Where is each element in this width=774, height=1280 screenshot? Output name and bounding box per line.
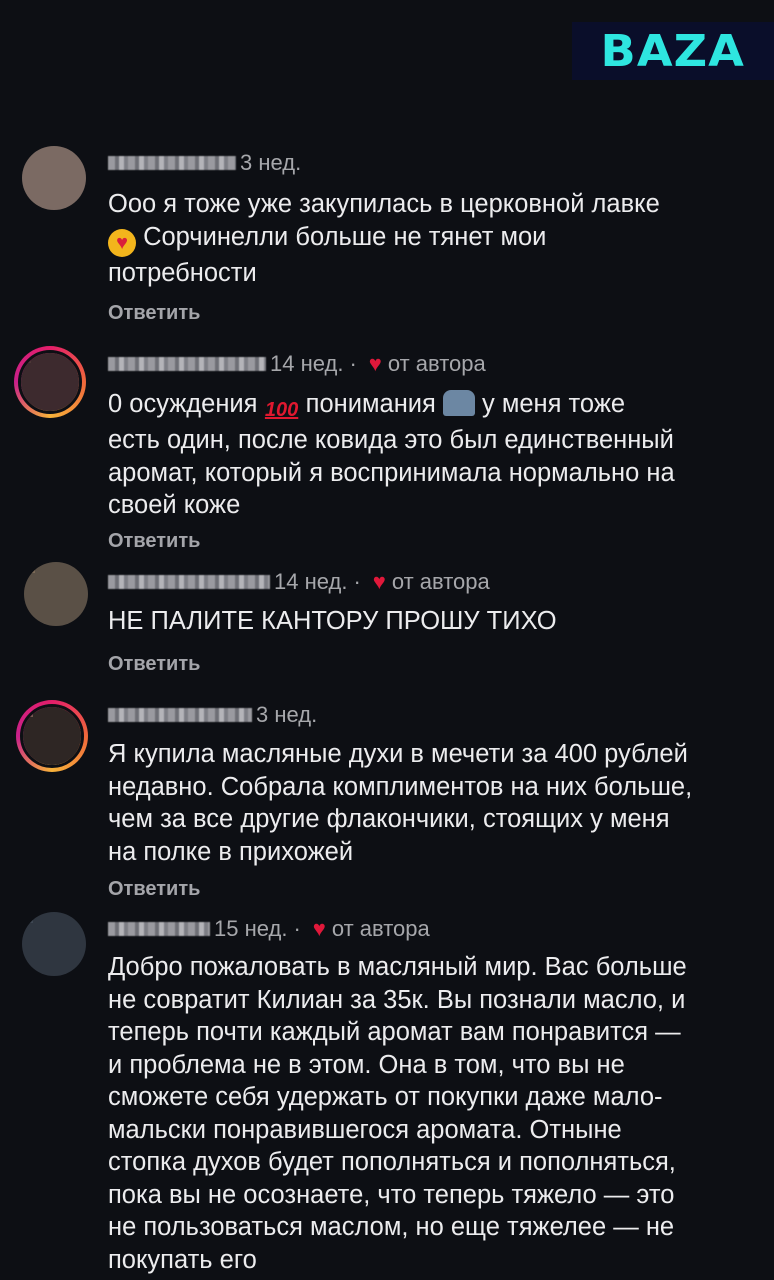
comment-line: сможете себя удержать от покупки даже ма… [108,1083,663,1111]
reply-button[interactable]: Ответить [108,653,200,676]
comment-time: 15 нед. [214,916,288,941]
comment-line: своей коже [108,491,241,519]
comment-meta: 15 нед. · ♥ от автора [108,916,430,942]
heart-eyes-icon: ♥ [108,228,136,257]
avatar-image [24,562,88,626]
comment-line: чем за все другие флакончики, стоящих у … [108,805,670,833]
comment-line: не совратит Килиан за 35к. Вы познали ма… [108,985,686,1014]
author-badge: от автора [391,569,490,594]
avatar[interactable] [14,346,86,418]
avatar-image [22,912,86,976]
comment-text: 0 осуждения 100 понимания у меня тоже ес… [108,388,768,522]
comment-line: недавно. Собрала комплиментов на них бол… [108,772,693,801]
baza-logo: BAZA [572,22,774,80]
reply-button[interactable]: Ответить [108,302,200,325]
comment-line: на полке в прихожей [108,837,354,866]
people-icon [442,390,475,416]
comment-line: Добро пожаловать в масляный мир. Вас бол… [108,953,687,981]
avatar[interactable] [16,700,88,772]
comment-time: 14 нед. [270,351,344,376]
comment-line: мальски понравившегося аромата. Отныне [108,1115,622,1144]
heart-icon: ♥ [372,569,386,594]
avatar[interactable] [22,912,86,976]
username-blurred[interactable] [108,922,210,936]
reply-button[interactable]: Ответить [108,530,200,553]
comment-meta: 3 нед. [108,150,301,176]
comment-text: НЕ ПАЛИТЕ КАНТОРУ ПРОШУ ТИХО [108,605,768,638]
comment-line: у меня тоже [474,390,626,418]
comment-text: Ооо я тоже уже закупилась в церковной ла… [108,188,768,289]
author-badge: от автора [331,916,430,941]
avatar-image [21,353,79,411]
comment-line: аромат, который я воспринимала нормально… [108,458,675,487]
heart-icon: ♥ [368,351,382,376]
comment-time: 3 нед. [240,150,302,175]
avatar-image [22,146,86,210]
comment-line: НЕ ПАЛИТЕ КАНТОРУ ПРОШУ ТИХО [108,607,557,635]
comment-text: Я купила масляные духи в мечети за 400 р… [108,738,768,868]
comment-time: 3 нед. [256,702,318,727]
comment-meta: 14 нед. · ♥ от автора [108,569,490,595]
comment-line: есть один, после ковида это был единстве… [108,426,674,454]
comment-line: потребности [108,258,257,287]
comment-meta: 3 нед. [108,702,317,728]
avatar[interactable] [24,562,88,626]
username-blurred[interactable] [108,708,252,722]
avatar[interactable] [22,146,86,210]
comment-line: 0 осуждения [108,390,265,418]
comment-line: и проблема не в этом. Она в том, что вы … [108,1050,625,1079]
comment-time: 14 нед. [274,569,348,594]
comment-line: покупать его [108,1245,257,1274]
comment-meta: 14 нед. · ♥ от автора [108,351,486,377]
author-badge: от автора [387,351,486,376]
heart-icon: ♥ [312,916,326,941]
comment-line: пока вы не осознаете, что теперь тяжело … [108,1180,675,1209]
logo-text: BAZA [600,25,746,77]
comment-line: теперь почти каждый аромат вам понравитс… [108,1018,681,1046]
comment-line: Ооо я тоже уже закупилась в церковной ла… [108,190,660,218]
avatar-image [23,707,81,765]
100-icon: 100 [264,399,299,421]
username-blurred[interactable] [108,357,266,371]
comment-line: Я купила масляные духи в мечети за 400 р… [108,740,688,768]
comment-line: понимания [298,390,443,418]
username-blurred[interactable] [108,156,236,170]
comment-line: стопка духов будет пополняться и пополня… [108,1148,676,1176]
comment-line: Сорчинелли больше не тянет мои [136,222,547,251]
reply-button[interactable]: Ответить [108,878,200,901]
username-blurred[interactable] [108,575,270,589]
comment-line: не пользоваться маслом, но еще тяжелее —… [108,1213,675,1241]
comment-text: Добро пожаловать в масляный мир. Вас бол… [108,951,768,1276]
